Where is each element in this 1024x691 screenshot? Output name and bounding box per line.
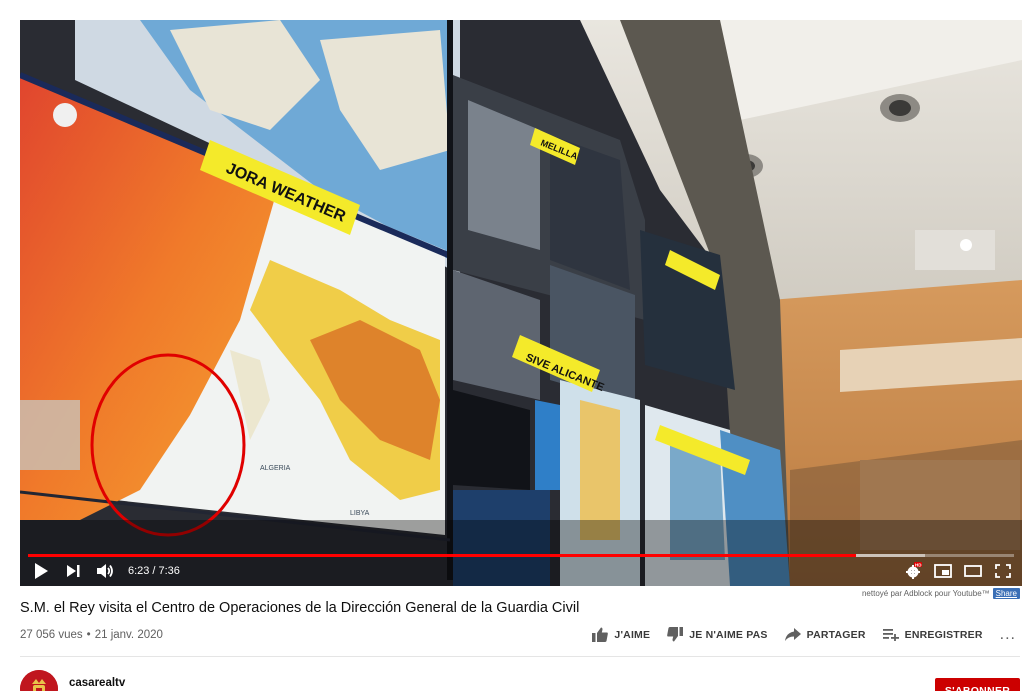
- play-icon: [35, 563, 48, 579]
- theater-mode-icon: [964, 565, 982, 577]
- meta-separator: •: [86, 629, 91, 641]
- settings-button[interactable]: HD: [904, 562, 922, 580]
- crown-emblem-icon: [20, 670, 58, 691]
- volume-button[interactable]: [96, 562, 114, 580]
- adblock-note-text: nettoyé par Adblock pour Youtube™: [861, 589, 990, 598]
- map-label-algeria: ALGERIA: [260, 465, 291, 472]
- settings-gear-icon: HD: [906, 562, 922, 579]
- channel-avatar[interactable]: [20, 670, 58, 691]
- video-frame: JORA WEATHER MELILLA SIVE ALICANTE ALGER…: [20, 20, 1022, 586]
- player-controls-left: 6:23 / 7:36: [32, 560, 180, 582]
- time-total: 7:36: [158, 565, 180, 577]
- dislike-button[interactable]: JE N'AIME PAS: [667, 627, 767, 642]
- fullscreen-button[interactable]: [994, 562, 1012, 580]
- next-icon: [67, 565, 80, 577]
- share-button[interactable]: PARTAGER: [784, 628, 866, 641]
- save-label: ENREGISTRER: [904, 628, 983, 641]
- view-count: 27 056 vues: [20, 629, 83, 641]
- player-controls-right: HD: [904, 560, 1012, 582]
- video-meta: 27 056 vues • 21 janv. 2020: [20, 629, 163, 641]
- video-title: S.M. el Rey visita el Centro de Operacio…: [20, 600, 580, 616]
- time-display: 6:23 / 7:36: [128, 565, 180, 577]
- next-button[interactable]: [64, 562, 82, 580]
- like-label: J'AIME: [614, 628, 651, 641]
- dislike-label: JE N'AIME PAS: [689, 628, 768, 641]
- save-button[interactable]: ENREGISTRER: [882, 628, 983, 641]
- share-label: PARTAGER: [806, 628, 866, 641]
- thumbs-down-icon: [667, 627, 684, 642]
- like-button[interactable]: J'AIME: [592, 627, 650, 642]
- channel-name[interactable]: casarealtv: [69, 677, 125, 689]
- fullscreen-icon: [995, 564, 1011, 578]
- thumbs-up-icon: [592, 627, 609, 642]
- progress-played: [28, 554, 857, 557]
- time-current: 6:23: [128, 565, 150, 577]
- more-actions-button[interactable]: ...: [1000, 626, 1016, 642]
- subscribe-button[interactable]: S'ABONNER: [935, 678, 1020, 691]
- progress-bar[interactable]: [28, 554, 1014, 557]
- video-player[interactable]: JORA WEATHER MELILLA SIVE ALICANTE ALGER…: [20, 20, 1022, 586]
- map-label-libya: LIBYA: [350, 510, 370, 517]
- volume-icon: [97, 564, 113, 578]
- time-separator: /: [152, 565, 156, 577]
- miniplayer-icon: [934, 564, 952, 578]
- hd-badge: HD: [915, 562, 922, 567]
- miniplayer-button[interactable]: [934, 562, 952, 580]
- video-actions: J'AIME JE N'AIME PAS PARTAGER ENREGISTRE…: [592, 626, 1016, 642]
- theater-mode-button[interactable]: [964, 562, 982, 580]
- publish-date: 21 janv. 2020: [94, 629, 163, 641]
- share-arrow-icon: [784, 628, 801, 641]
- adblock-share-link[interactable]: Share: [992, 588, 1020, 599]
- playlist-add-icon: [882, 629, 899, 641]
- adblock-note: nettoyé par Adblock pour Youtube™ Share: [862, 588, 1020, 599]
- play-button[interactable]: [32, 562, 50, 580]
- divider: [20, 656, 1020, 657]
